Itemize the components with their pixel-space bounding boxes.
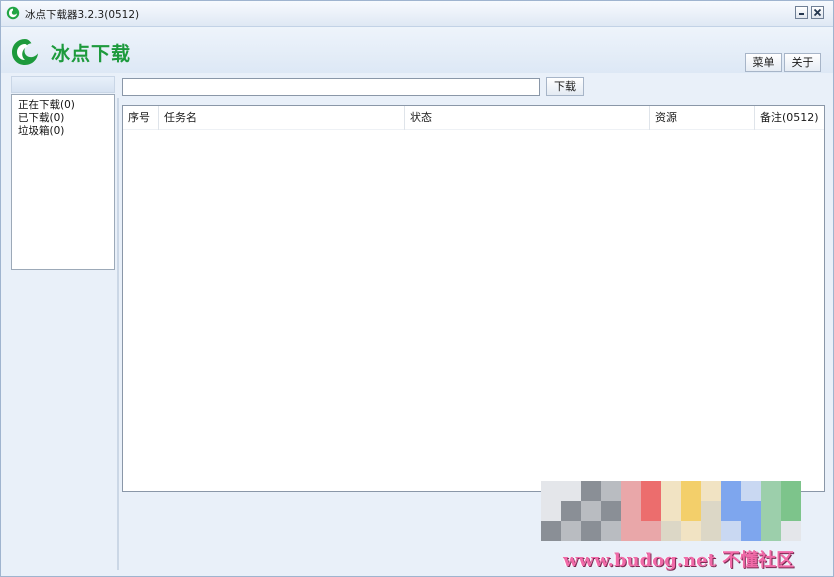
column-header-note[interactable]: 备注(0512) xyxy=(755,106,824,130)
mosaic-cell xyxy=(661,521,681,541)
column-header-index[interactable]: 序号 xyxy=(123,106,159,130)
window-title: 冰点下载器3.2.3(0512) xyxy=(25,9,140,21)
mosaic-cell xyxy=(761,501,781,521)
mosaic-cell xyxy=(661,481,681,501)
app-header: 冰点下载 菜单 关于 xyxy=(1,27,833,73)
mosaic-cell xyxy=(781,481,801,501)
mosaic-cell xyxy=(641,501,661,521)
menu-button[interactable]: 菜单 xyxy=(745,53,782,72)
mosaic-cell xyxy=(561,521,581,541)
mosaic-cell xyxy=(701,501,721,521)
mosaic-cell xyxy=(681,501,701,521)
mosaic-cell xyxy=(601,501,621,521)
mosaic-cell xyxy=(741,501,761,521)
download-button[interactable]: 下载 xyxy=(546,77,584,96)
sidebar-item-downloading[interactable]: 正在下载(0) xyxy=(12,99,114,112)
url-input[interactable] xyxy=(122,78,540,96)
mosaic-cell xyxy=(661,501,681,521)
mosaic-cell xyxy=(781,501,801,521)
mosaic-cell xyxy=(601,521,621,541)
mosaic-cell xyxy=(581,521,601,541)
mosaic-cell xyxy=(621,481,641,501)
mosaic-cell xyxy=(601,481,621,501)
mosaic-cell xyxy=(701,521,721,541)
column-header-task-name[interactable]: 任务名 xyxy=(159,106,405,130)
mosaic-cell xyxy=(681,481,701,501)
mosaic-cell xyxy=(561,501,581,521)
mosaic-cell xyxy=(581,501,601,521)
column-header-resource[interactable]: 资源 xyxy=(650,106,755,130)
task-list: 序号 任务名 状态 资源 备注(0512) xyxy=(122,105,825,492)
sidebar: 正在下载(0) 已下载(0) 垃圾箱(0) xyxy=(11,94,115,270)
mosaic-cell xyxy=(761,481,781,501)
watermark-text: www.budog.net 不懂社区 xyxy=(563,550,795,571)
mosaic-cell xyxy=(721,521,741,541)
mosaic-cell xyxy=(701,481,721,501)
mosaic-cell xyxy=(621,521,641,541)
mosaic-cell xyxy=(641,521,661,541)
panel-divider[interactable] xyxy=(117,98,119,570)
mosaic-cell xyxy=(781,521,801,541)
mosaic-cell xyxy=(761,521,781,541)
mosaic-cell xyxy=(721,501,741,521)
mosaic-cell xyxy=(541,481,561,501)
mosaic-cell xyxy=(641,481,661,501)
mosaic-cell xyxy=(581,481,601,501)
sidebar-header-strip xyxy=(11,76,115,93)
mosaic-cell xyxy=(741,481,761,501)
mosaic-cell xyxy=(721,481,741,501)
close-button[interactable] xyxy=(811,6,824,19)
app-window: 冰点下载器3.2.3(0512) 冰点下载 菜单 关于 正在下载(0) 已下载(… xyxy=(0,0,834,577)
mosaic-cell xyxy=(741,521,761,541)
app-logo-icon xyxy=(6,6,20,20)
column-header-status[interactable]: 状态 xyxy=(405,106,650,130)
mosaic-cell xyxy=(621,501,641,521)
sidebar-item-downloaded[interactable]: 已下载(0) xyxy=(12,112,114,125)
close-icon xyxy=(813,8,822,17)
brand-name: 冰点下载 xyxy=(51,43,132,65)
minimize-button[interactable] xyxy=(795,6,808,19)
mosaic-cell xyxy=(541,501,561,521)
watermark-mosaic xyxy=(541,481,803,549)
mosaic-cell xyxy=(681,521,701,541)
about-button[interactable]: 关于 xyxy=(784,53,821,72)
table-header: 序号 任务名 状态 资源 备注(0512) xyxy=(123,106,824,130)
brand-logo-icon xyxy=(12,39,38,65)
mosaic-cell xyxy=(541,521,561,541)
sidebar-item-trash[interactable]: 垃圾箱(0) xyxy=(12,125,114,138)
mosaic-cell xyxy=(561,481,581,501)
title-bar[interactable]: 冰点下载器3.2.3(0512) xyxy=(1,1,833,27)
